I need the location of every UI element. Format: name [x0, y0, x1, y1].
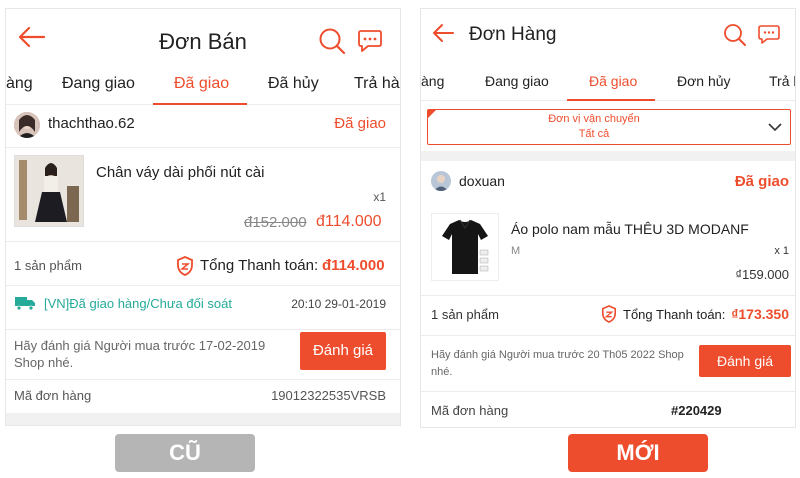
- old-version-badge: CŨ: [115, 434, 255, 472]
- tab-don-huy[interactable]: Đơn hủy: [677, 73, 731, 89]
- shield-icon: [601, 305, 617, 323]
- order-status: Đã giao: [334, 115, 386, 132]
- page-title: Đơn Hàng: [469, 24, 557, 45]
- chat-icon[interactable]: [757, 24, 781, 46]
- order-code: #220429: [671, 403, 722, 418]
- avatar: [431, 171, 451, 191]
- total-value: đ114.000: [322, 257, 385, 274]
- order-tabs: àng Đang giao Đã giao Đơn hủy Trả h: [421, 63, 795, 101]
- avatar-image: [431, 171, 451, 191]
- back-arrow-icon[interactable]: [431, 23, 455, 43]
- divider: [6, 379, 400, 380]
- shipping-filter-dropdown[interactable]: Đơn vị vận chuyển Tất cả: [427, 109, 791, 145]
- sale-price: đ114.000: [316, 213, 382, 230]
- divider: [6, 329, 400, 330]
- tab-tra-hang[interactable]: Trả hà: [354, 75, 400, 93]
- order-code: 19012322535VRSB: [271, 388, 386, 403]
- new-app-screen: Đơn Hàng àng Đang giao Đã giao Đơn hủy T…: [420, 8, 796, 428]
- tab-da-giao[interactable]: Đã giao: [174, 75, 229, 93]
- rate-button[interactable]: Đánh giá: [300, 332, 386, 370]
- search-icon[interactable]: [318, 27, 346, 55]
- product-thumbnail[interactable]: [14, 155, 84, 227]
- tab-cho-giao[interactable]: àng: [421, 73, 444, 89]
- tab-dang-giao[interactable]: Đang giao: [62, 75, 135, 93]
- shipping-status[interactable]: [VN]Đã giao hàng/Chưa đối soát: [44, 296, 232, 311]
- new-version-badge: MỚI: [568, 434, 708, 472]
- active-tab-indicator: [153, 103, 247, 105]
- original-price: đ152.000: [244, 214, 307, 231]
- divider: [6, 147, 400, 148]
- section-separator: [421, 151, 795, 161]
- order-code-label: Mã đơn hàng: [431, 403, 509, 418]
- total-label: Tổng Thanh toán:: [200, 257, 319, 274]
- filter-value: Tất cả: [578, 128, 610, 140]
- order-status: Đã giao: [734, 173, 789, 190]
- product-price: ₫159.000: [735, 267, 789, 282]
- divider: [6, 285, 400, 286]
- total-value: ₫173.350: [731, 306, 789, 322]
- old-header: Đơn Bán: [6, 9, 400, 65]
- active-tab-indicator: [567, 99, 655, 101]
- shop-name[interactable]: thachthao.62: [48, 115, 135, 132]
- section-separator: [6, 413, 400, 425]
- tab-cho-giao[interactable]: àng: [6, 75, 33, 93]
- rate-button[interactable]: Đánh giá: [699, 345, 791, 377]
- divider: [421, 295, 795, 296]
- product-name[interactable]: Chân váy dài phối nút cài: [96, 164, 264, 181]
- product-name[interactable]: Áo polo nam mẫu THÊU 3D MODANF: [511, 221, 749, 237]
- shield-icon: [177, 256, 193, 276]
- new-header: Đơn Hàng: [421, 9, 795, 57]
- order-code-label: Mã đơn hàng: [14, 388, 92, 403]
- filter-label: Đơn vị vận chuyển: [548, 113, 640, 125]
- order-tabs: àng Đang giao Đã giao Đã hủy Trả hà: [6, 65, 400, 105]
- search-icon[interactable]: [723, 23, 747, 47]
- tab-da-huy[interactable]: Đã hủy: [268, 75, 319, 93]
- rate-prompt: Hãy đánh giá Người mua trước 17-02-2019 …: [14, 338, 266, 370]
- avatar: [14, 112, 40, 138]
- divider: [421, 335, 795, 336]
- tab-tra-hang[interactable]: Trả h: [769, 73, 795, 89]
- product-quantity: x1: [373, 190, 386, 204]
- total-label: Tổng Thanh toán:: [623, 307, 726, 322]
- divider: [421, 391, 795, 392]
- shop-name[interactable]: doxuan: [459, 173, 505, 189]
- product-quantity: x 1: [774, 245, 789, 257]
- tab-da-giao[interactable]: Đã giao: [589, 73, 637, 89]
- divider: [6, 241, 400, 242]
- rate-prompt: Hãy đánh giá Người mua trước 20 Th05 202…: [431, 349, 684, 378]
- product-thumbnail[interactable]: [431, 213, 499, 281]
- items-count: 1 sản phẩm: [431, 307, 499, 322]
- truck-icon: [15, 297, 35, 311]
- chevron-down-icon: [768, 123, 782, 132]
- product-variant: M: [511, 245, 521, 257]
- product-image: [432, 214, 498, 280]
- chat-icon[interactable]: [356, 29, 384, 53]
- product-image: [15, 156, 83, 226]
- shipping-time: 20:10 29-01-2019: [291, 297, 386, 311]
- old-app-screen: Đơn Bán àng Đang giao Đã giao Đã hủy Trả…: [5, 8, 401, 426]
- avatar-image: [14, 112, 40, 138]
- tab-dang-giao[interactable]: Đang giao: [485, 73, 549, 89]
- items-count: 1 sản phẩm: [14, 258, 82, 273]
